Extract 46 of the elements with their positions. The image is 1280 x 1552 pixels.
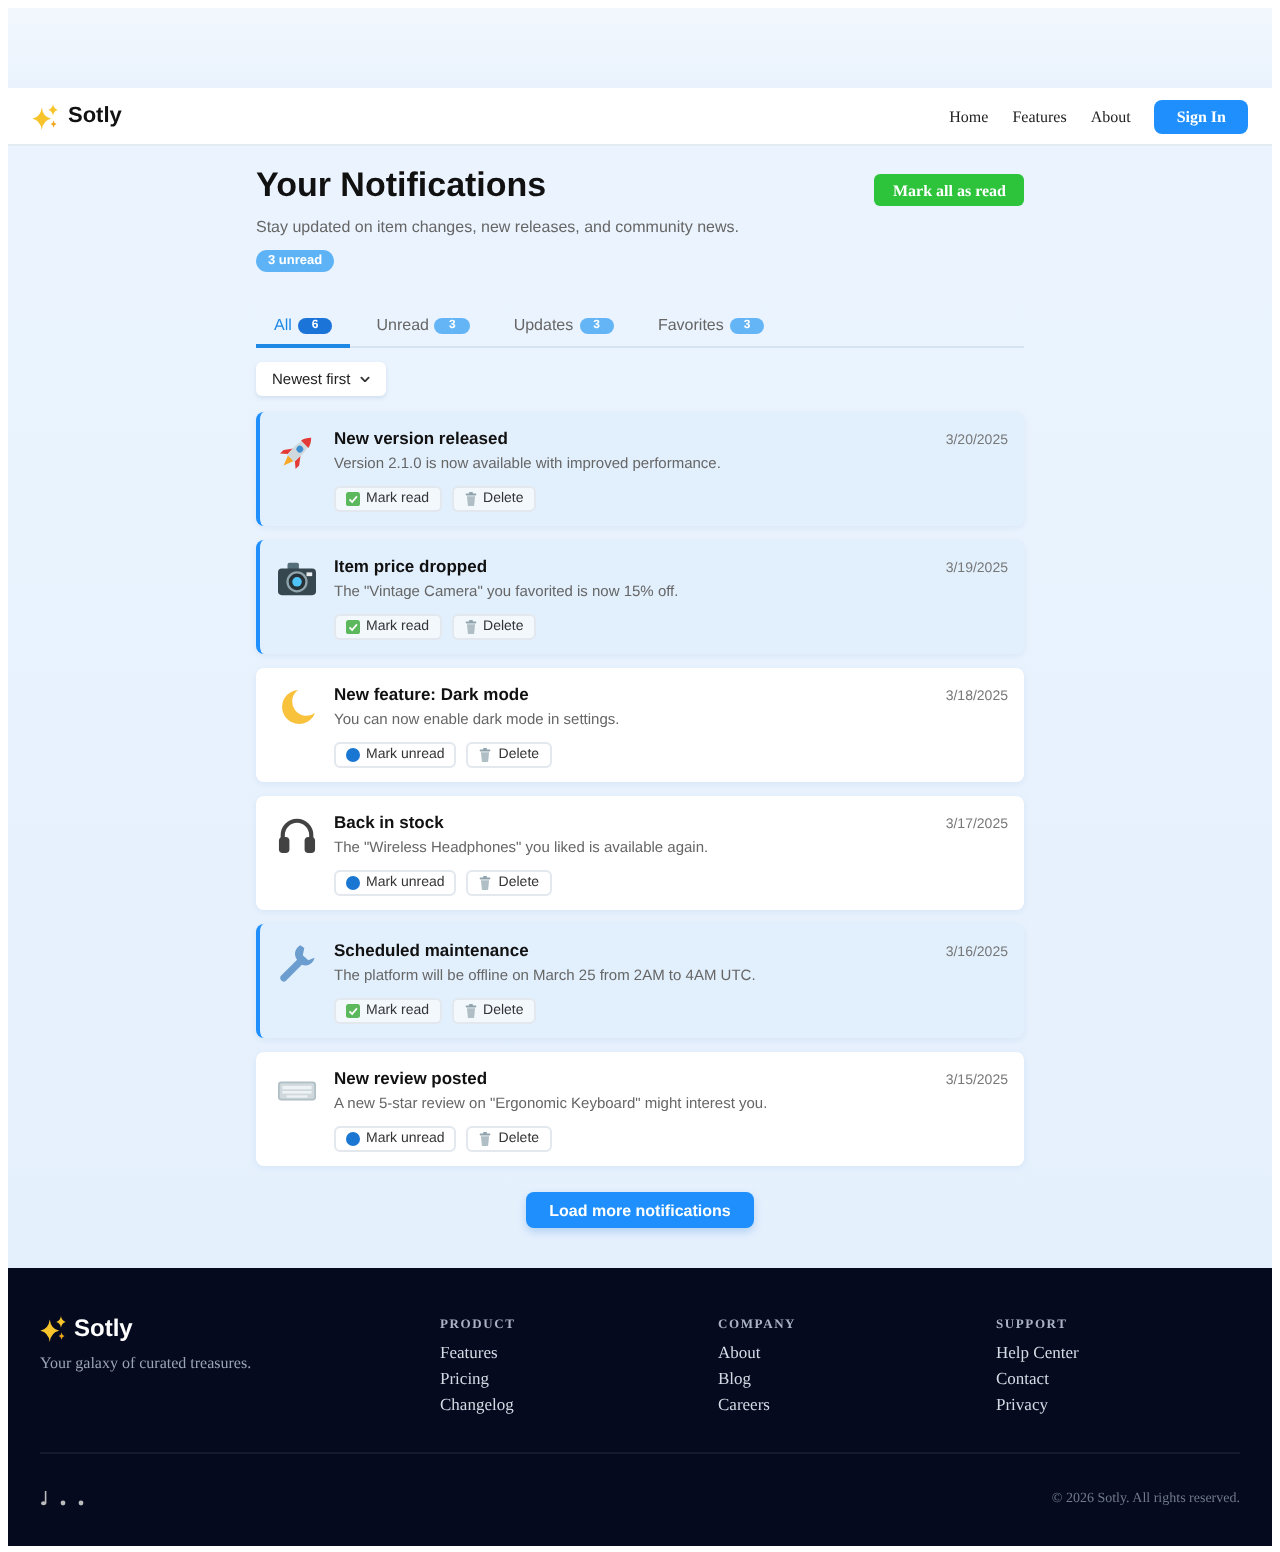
trash-icon xyxy=(478,748,493,762)
checkmark-icon xyxy=(346,1004,360,1018)
sparkles-icon xyxy=(32,103,58,129)
dot-icon[interactable] xyxy=(60,1500,66,1506)
checkmark-icon xyxy=(346,492,360,506)
circle-icon xyxy=(346,876,360,890)
music-note-icon[interactable] xyxy=(40,1490,48,1506)
notification-title: Back in stock xyxy=(334,812,444,832)
dot-icon[interactable] xyxy=(78,1500,84,1506)
page-title: Your Notifications xyxy=(256,166,547,206)
rocket-icon xyxy=(277,432,315,470)
footer-link[interactable]: Pricing xyxy=(440,1366,490,1392)
circle-icon xyxy=(346,748,360,762)
footer-link[interactable]: Contact xyxy=(996,1366,1049,1392)
footer-link[interactable]: About xyxy=(718,1340,761,1366)
footer-brand-name: Sotly xyxy=(74,1314,133,1344)
circle-icon xyxy=(346,1132,360,1146)
footer-link[interactable]: Features xyxy=(440,1340,498,1366)
headphones-icon xyxy=(277,816,315,854)
page-subtitle: Stay updated on item changes, new releases, and community news. xyxy=(256,216,739,238)
trash-icon xyxy=(478,1132,493,1146)
brand-name[interactable]: Sotly xyxy=(68,104,122,128)
checkmark-icon xyxy=(346,620,360,634)
footer-link[interactable]: Changelog xyxy=(440,1392,514,1418)
sparkles-icon xyxy=(40,1316,66,1342)
trash-icon xyxy=(463,492,478,506)
footer-link[interactable]: Help Center xyxy=(996,1340,1079,1366)
notification-title: Item price dropped xyxy=(334,556,488,576)
footer-link[interactable]: Blog xyxy=(718,1366,752,1392)
footer-link[interactable]: Careers xyxy=(718,1392,770,1418)
trash-icon xyxy=(478,876,493,890)
nav-link[interactable]: About xyxy=(1090,107,1131,125)
nav-link[interactable]: Features xyxy=(1012,107,1067,125)
notification-title: New version released xyxy=(334,428,508,448)
notification-title: New feature: Dark mode xyxy=(334,684,529,704)
notification-title: Scheduled maintenance xyxy=(334,940,529,960)
crescent-moon-icon xyxy=(277,688,315,726)
trash-icon xyxy=(463,1004,478,1018)
camera-icon xyxy=(277,560,315,598)
notification-title: New review posted xyxy=(334,1068,488,1088)
trash-icon xyxy=(463,620,478,634)
nav-link[interactable]: Home xyxy=(949,107,989,125)
footer-link[interactable]: Privacy xyxy=(996,1392,1048,1418)
chevron-down-icon xyxy=(360,375,371,383)
wrench-icon xyxy=(277,944,315,982)
footer-tagline: Your galaxy of curated treasures. xyxy=(40,1352,252,1374)
